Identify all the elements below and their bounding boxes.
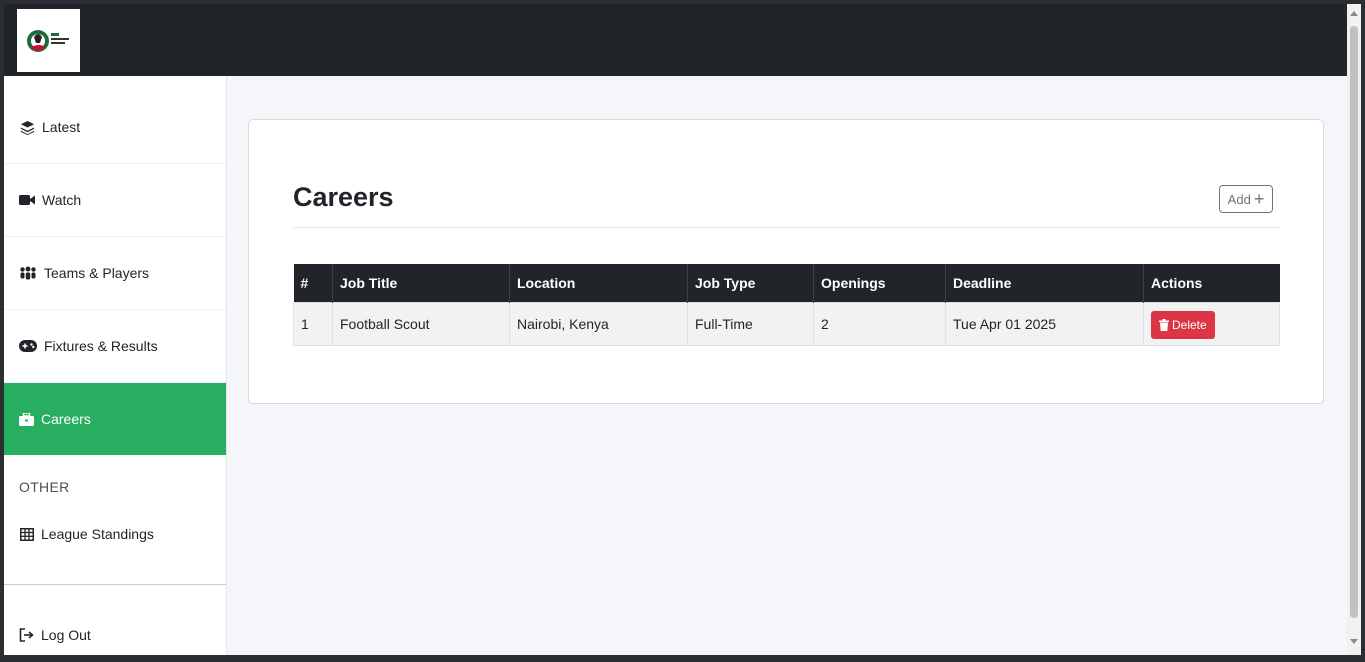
- plus-icon: +: [1253, 189, 1265, 209]
- trash-icon: [1159, 318, 1169, 331]
- cell-number: 1: [293, 301, 333, 346]
- briefcase-icon: [19, 411, 34, 427]
- title-divider: [293, 227, 1280, 228]
- league-logo[interactable]: [17, 9, 80, 72]
- page-title: Careers: [293, 182, 394, 212]
- column-header-job-type: Job Type: [687, 264, 814, 302]
- sidebar-item-label: Fixtures & Results: [44, 338, 158, 354]
- top-navbar: [4, 4, 1347, 76]
- gamepad-icon: [19, 338, 37, 354]
- scroll-down-arrow-icon[interactable]: [1350, 639, 1358, 644]
- sidebar-item-league-standings[interactable]: League Standings: [4, 501, 226, 567]
- add-button-label: Add: [1227, 191, 1251, 207]
- table-row: 1 Football Scout Nairobi, Kenya Full-Tim…: [293, 301, 1280, 346]
- column-header-actions: Actions: [1143, 264, 1280, 302]
- sidebar-item-label: Log Out: [41, 627, 91, 643]
- table-header-row: # Job Title Location Job Type Openings D…: [293, 264, 1280, 302]
- cell-job-title: Football Scout: [332, 301, 510, 346]
- people-icon: [19, 265, 37, 281]
- cell-openings: 2: [813, 301, 946, 346]
- sidebar-item-careers[interactable]: Careers: [4, 383, 226, 455]
- sidebar-item-fixtures-results[interactable]: Fixtures & Results: [4, 310, 226, 383]
- app-window: Latest Watch Teams & Players Fixtures & …: [4, 4, 1347, 655]
- add-button[interactable]: Add +: [1219, 185, 1273, 213]
- scrollbar-thumb[interactable]: [1350, 26, 1358, 618]
- scroll-up-arrow-icon[interactable]: [1350, 11, 1358, 16]
- sidebar-item-label: Teams & Players: [44, 265, 150, 281]
- column-header-job-title: Job Title: [332, 264, 510, 302]
- sidebar-item-watch[interactable]: Watch: [4, 164, 226, 237]
- sidebar-item-label: Careers: [41, 411, 91, 427]
- sidebar-item-label: Latest: [42, 119, 81, 135]
- cell-job-type: Full-Time: [687, 301, 814, 346]
- column-header-location: Location: [509, 264, 688, 302]
- sidebar-item-label: Watch: [42, 192, 82, 208]
- cell-location: Nairobi, Kenya: [509, 301, 688, 346]
- fkf-logo-icon: [26, 29, 69, 52]
- careers-card: Careers Add + # Job Title Location Job T…: [248, 119, 1324, 404]
- cell-actions: Delete: [1143, 301, 1280, 346]
- sidebar-item-logout[interactable]: Log Out: [4, 604, 226, 655]
- sidebar-divider: [4, 584, 226, 585]
- video-camera-icon: [19, 192, 35, 208]
- layers-icon: [19, 119, 35, 135]
- sidebar: Latest Watch Teams & Players Fixtures & …: [4, 76, 227, 655]
- column-header-number: #: [293, 264, 333, 302]
- sidebar-item-latest[interactable]: Latest: [4, 91, 226, 164]
- column-header-openings: Openings: [813, 264, 946, 302]
- careers-table: # Job Title Location Job Type Openings D…: [293, 264, 1280, 346]
- cell-deadline: Tue Apr 01 2025: [945, 301, 1144, 346]
- table-icon: [19, 526, 34, 542]
- section-label-other: OTHER: [19, 479, 70, 495]
- column-header-deadline: Deadline: [945, 264, 1144, 302]
- delete-button-label: Delete: [1172, 317, 1207, 332]
- delete-button[interactable]: Delete: [1151, 310, 1215, 339]
- sidebar-item-label: League Standings: [41, 526, 154, 542]
- vertical-scrollbar[interactable]: [1347, 4, 1361, 655]
- logout-icon: [19, 627, 34, 643]
- sidebar-item-teams-players[interactable]: Teams & Players: [4, 237, 226, 310]
